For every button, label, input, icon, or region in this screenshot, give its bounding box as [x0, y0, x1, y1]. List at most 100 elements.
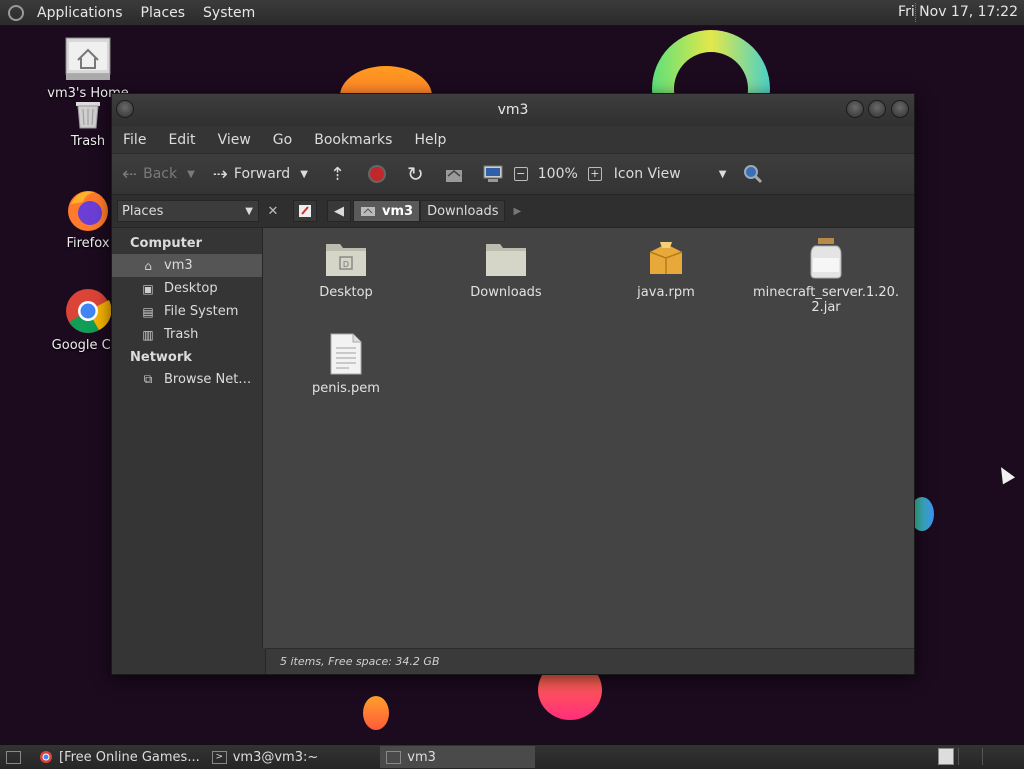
taskbar-item-file-manager[interactable]: vm3 — [380, 746, 536, 768]
sidebar-heading-computer: Computer — [130, 236, 203, 251]
file-item-minecraft-jar[interactable]: minecraft_server.1.20. 2.jar — [751, 236, 901, 315]
workspace-switcher-3[interactable] — [982, 748, 1005, 765]
close-sidebar-icon[interactable]: ✕ — [263, 204, 283, 219]
breadcrumb-downloads-label: Downloads — [427, 203, 499, 219]
close-button[interactable] — [891, 100, 909, 118]
firefox-icon — [68, 191, 108, 231]
menu-view[interactable]: View — [207, 132, 262, 148]
back-history-dropdown-icon[interactable]: ▼ — [187, 169, 195, 180]
folder-icon — [486, 244, 526, 276]
zoom-out-icon: − — [513, 167, 528, 181]
terminal-icon: > — [211, 750, 227, 764]
back-button[interactable]: ⇠ Back ▼ — [122, 164, 195, 185]
distro-logo-icon[interactable] — [8, 4, 24, 21]
back-label: Back — [143, 166, 178, 182]
zoom-in-icon: + — [587, 167, 602, 181]
jar-icon — [810, 238, 842, 279]
window-menu-button[interactable] — [116, 100, 134, 118]
file-label-line2: 2.jar — [811, 300, 841, 315]
menu-edit[interactable]: Edit — [157, 132, 206, 148]
breadcrumb-downloads[interactable]: Downloads — [420, 200, 506, 222]
sidebar-item-label: Browse Net… — [164, 372, 252, 387]
svg-text:D: D — [343, 260, 349, 269]
sidebar-type-label: Places — [122, 203, 164, 219]
breadcrumb-right-arrow[interactable]: ▶ — [513, 206, 521, 217]
minimize-button[interactable] — [846, 100, 864, 118]
package-icon — [649, 242, 683, 274]
forward-button[interactable]: ⇢ Forward ▼ — [213, 164, 308, 185]
file-icon-view[interactable]: D Desktop Downloads java.rpm minecraft_s… — [263, 228, 914, 648]
menu-help[interactable]: Help — [403, 132, 457, 148]
toggle-location-entry-button[interactable] — [293, 200, 317, 222]
trash-icon — [76, 102, 100, 129]
show-desktop-button[interactable] — [0, 746, 33, 768]
sidebar-bottom-fill — [112, 649, 266, 674]
computer-icon — [483, 165, 503, 182]
computer-button[interactable] — [482, 164, 504, 184]
toolbar: ⇠ Back ▼ ⇢ Forward ▼ ⇡ ↻ − 100% + Icon V… — [112, 153, 914, 195]
sidebar-item-vm3[interactable]: ⌂ vm3 — [112, 254, 262, 277]
show-desktop-icon — [6, 750, 21, 764]
status-text: 5 items, Free space: 34.2 GB — [280, 655, 440, 668]
maximize-button[interactable] — [868, 100, 886, 118]
mouse-cursor-icon — [994, 463, 1016, 485]
chrome-icon — [40, 751, 52, 763]
view-mode-dropdown-icon: ▼ — [718, 168, 727, 180]
workspace-switcher[interactable] — [938, 748, 954, 765]
sidebar-item-file-system[interactable]: ▤ File System — [112, 300, 262, 323]
home-icon — [445, 170, 462, 182]
reload-button[interactable]: ↻ — [407, 162, 430, 186]
search-button[interactable] — [742, 163, 764, 185]
drive-icon: ▤ — [142, 304, 154, 319]
sidebar-item-desktop[interactable]: ▣ Desktop — [112, 277, 262, 300]
network-icon: ⧉ — [143, 372, 153, 386]
home-folder-icon — [386, 750, 402, 764]
menu-bookmarks[interactable]: Bookmarks — [303, 132, 403, 148]
file-manager-window: vm3 File Edit View Go Bookmarks Help ⇠ B… — [111, 93, 915, 675]
sidebar-type-select[interactable]: Places ▼ — [117, 200, 259, 222]
menu-go[interactable]: Go — [262, 132, 303, 148]
file-label: penis.pem — [312, 381, 380, 396]
file-item-downloads[interactable]: Downloads — [431, 238, 581, 300]
zoom-level: 100% — [537, 166, 578, 182]
home-button[interactable] — [444, 165, 464, 183]
zoom-out-button[interactable]: − — [513, 167, 528, 181]
edit-icon — [299, 205, 311, 217]
file-item-java-rpm[interactable]: java.rpm — [591, 238, 741, 300]
menu-places[interactable]: Places — [132, 5, 195, 21]
home-folder-icon — [65, 37, 111, 80]
menu-applications[interactable]: Applications — [28, 5, 132, 21]
file-label: Desktop — [319, 285, 373, 300]
forward-label: Forward — [233, 166, 291, 182]
document-icon — [330, 333, 362, 375]
window-title: vm3 — [497, 102, 529, 118]
file-label: Downloads — [470, 285, 542, 300]
sidebar-heading-network: Network — [130, 350, 192, 365]
up-button[interactable]: ⇡ — [330, 164, 351, 185]
view-mode-label: Icon View — [613, 166, 681, 182]
desktop-folder-icon: D — [326, 244, 366, 276]
view-mode-select[interactable]: Icon View ▼ — [614, 166, 727, 182]
breadcrumb-left-arrow[interactable]: ◀ — [327, 200, 351, 222]
menu-file[interactable]: File — [112, 132, 157, 148]
taskbar-item-terminal[interactable]: > vm3@vm3:~ — [206, 746, 325, 768]
address-row: Places ▼ ✕ ◀ vm3 Downloads ▶ — [112, 195, 914, 228]
menu-system[interactable]: System — [194, 5, 264, 21]
zoom-in-button[interactable]: + — [587, 167, 602, 181]
file-item-pem[interactable]: penis.pem — [271, 332, 421, 396]
stop-button[interactable] — [367, 164, 387, 184]
taskbar-item-browser[interactable]: [Free Online Games... — [33, 746, 206, 768]
sidebar-item-browse-network[interactable]: ⧉ Browse Net… — [112, 368, 262, 391]
sidebar-item-label: Trash — [164, 327, 199, 342]
clock[interactable]: Fri Nov 17, 17:22 — [898, 4, 1018, 20]
breadcrumb-vm3[interactable]: vm3 — [353, 200, 421, 222]
desktop-icon-home[interactable]: vm3's Home — [38, 36, 138, 101]
sidebar-item-trash[interactable]: ▥ Trash — [112, 323, 262, 346]
chrome-icon — [66, 289, 112, 333]
forward-history-dropdown-icon[interactable]: ▼ — [300, 169, 308, 180]
file-item-desktop[interactable]: D Desktop — [271, 238, 421, 300]
workspace-switcher-2[interactable] — [958, 748, 981, 765]
status-bar: 5 items, Free space: 34.2 GB — [266, 648, 914, 674]
window-titlebar[interactable]: vm3 — [112, 94, 914, 126]
top-panel: Applications Places System Fri Nov 17, 1… — [0, 0, 1024, 26]
